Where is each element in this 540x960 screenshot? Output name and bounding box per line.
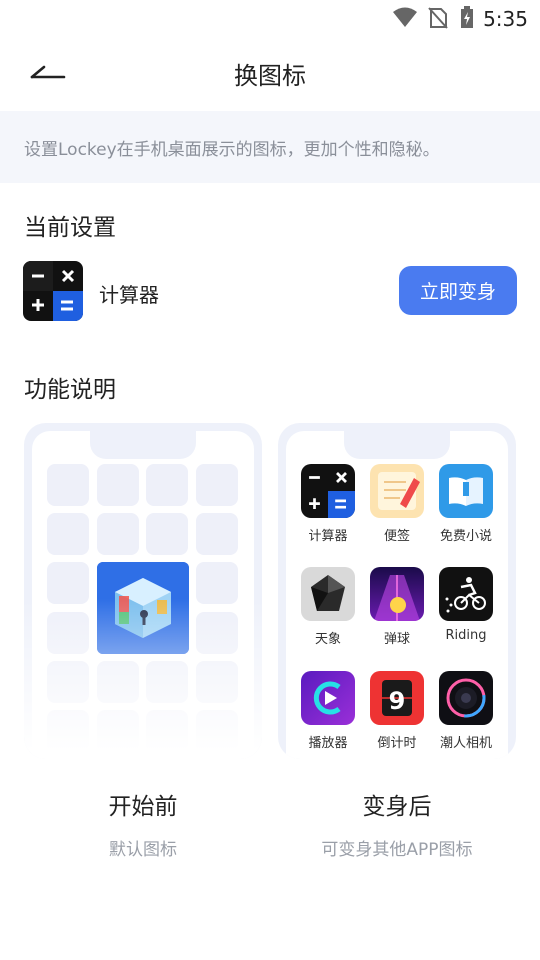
placeholder-cell: [196, 464, 238, 506]
battery-charging-icon: [461, 6, 473, 28]
after-title: 变身后: [362, 794, 432, 820]
current-app-name: 计算器: [99, 283, 159, 307]
after-caption: 变身后 可变身其他APP图标: [278, 787, 516, 860]
phone-before-mockup: [24, 423, 262, 759]
app-tile-riding: Riding: [431, 567, 501, 643]
before-subtitle: 默认图标: [109, 840, 177, 860]
placeholder-cell: [47, 562, 89, 604]
notes-icon: [370, 464, 424, 518]
page-title: 换图标: [234, 62, 306, 90]
app-label: 计算器: [308, 529, 348, 544]
title-bar: 换图标: [0, 36, 540, 110]
app-label: Riding: [445, 628, 487, 643]
before-caption: 开始前 默认图标: [24, 787, 262, 860]
app-label: 播放器: [308, 736, 348, 751]
no-sim-icon: [428, 7, 448, 29]
crystal-icon: [301, 567, 355, 621]
countdown-icon: 9: [370, 671, 424, 725]
app-tile-player: 播放器: [293, 671, 363, 751]
placeholder-cell: [47, 513, 89, 555]
app-tile-calculator: 计算器: [293, 464, 363, 544]
before-title: 开始前: [108, 794, 178, 820]
ball-game-icon: [370, 567, 424, 621]
player-icon: [301, 671, 355, 725]
app-tile-countdown: 9 倒计时: [362, 671, 432, 751]
book-icon: [439, 464, 493, 518]
after-subtitle: 可变身其他APP图标: [321, 840, 473, 860]
wifi-icon: [393, 7, 417, 27]
status-time: 5:35: [483, 7, 528, 31]
app-label: 免费小说: [439, 529, 492, 544]
current-setting-title: 当前设置: [24, 215, 116, 241]
app-tile-sky: 天象: [293, 567, 363, 647]
app-tile-ball: 弹球: [362, 567, 432, 647]
camera-icon: [439, 671, 493, 725]
placeholder-cell: [196, 562, 238, 604]
app-tile-camera: 潮人相机: [431, 671, 501, 751]
placeholder-cell: [146, 464, 188, 506]
placeholder-cell: [146, 513, 188, 555]
features-title: 功能说明: [24, 377, 116, 403]
calculator-icon: [301, 464, 355, 518]
status-bar: 5:35: [0, 0, 540, 36]
calculator-icon: [23, 261, 83, 321]
app-tile-novel: 免费小说: [431, 464, 501, 544]
transform-now-button[interactable]: 立即变身: [399, 266, 517, 315]
placeholder-cell: [97, 513, 139, 555]
svg-text:9: 9: [389, 687, 406, 715]
bike-icon: [439, 567, 493, 621]
app-label: 天象: [314, 632, 341, 647]
notice-text: 设置Lockey在手机桌面展示的图标，更加个性和隐秘。: [24, 140, 440, 160]
placeholder-cell: [196, 513, 238, 555]
phone-after-mockup: 计算器 便签 免费小说 天象 弹球 Riding 播放器 9 倒计时 潮人相机: [278, 423, 516, 759]
app-label: 便签: [383, 529, 410, 544]
app-tile-notes: 便签: [362, 464, 432, 544]
placeholder-cell: [97, 464, 139, 506]
notice-banner: 设置Lockey在手机桌面展示的图标，更加个性和隐秘。: [0, 111, 540, 183]
app-label: 倒计时: [377, 736, 417, 751]
placeholder-cell: [47, 464, 89, 506]
app-label: 潮人相机: [439, 736, 492, 751]
app-label: 弹球: [383, 632, 410, 647]
